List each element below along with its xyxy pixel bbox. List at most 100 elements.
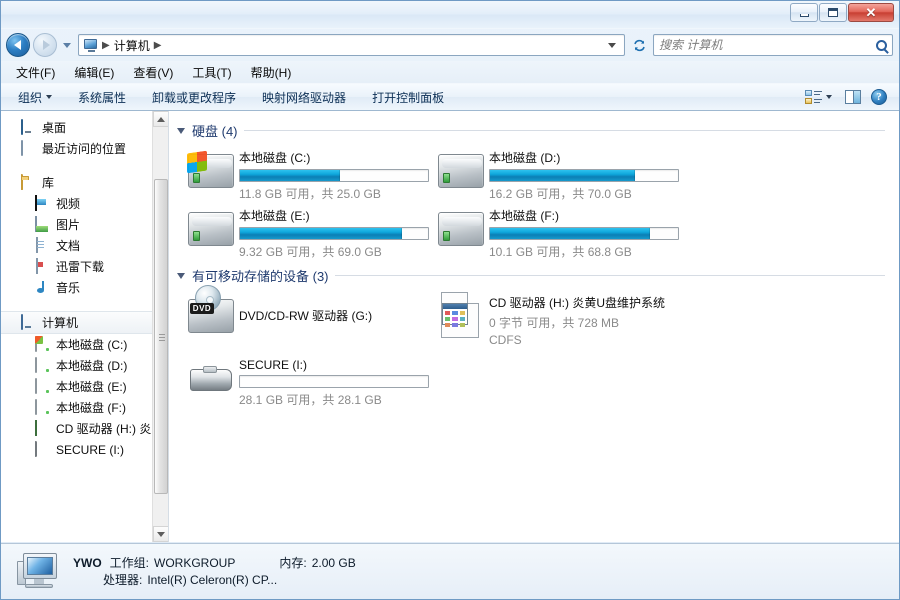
sidebar-item-computer[interactable]: 计算机 — [1, 311, 168, 334]
breadcrumb-computer[interactable]: 计算机 — [112, 37, 152, 54]
library-folder-icon — [21, 173, 37, 191]
workgroup-value: WORKGROUP — [154, 555, 236, 570]
sidebar-divider — [1, 298, 168, 311]
search-box[interactable] — [653, 34, 893, 56]
sidebar-item-label: 计算机 — [42, 316, 79, 330]
drive-tile-d[interactable]: 本地磁盘 (D:) 16.2 GB 可用，共 70.0 GB — [437, 144, 687, 202]
sidebar-item-label: 本地磁盘 (D:) — [56, 359, 128, 373]
sidebar-item-label: 音乐 — [56, 281, 81, 295]
recent-locations-dropdown[interactable] — [63, 42, 71, 48]
sidebar-item-music[interactable]: 音乐 — [1, 277, 168, 298]
document-icon — [35, 236, 51, 254]
drive-capacity-text: 16.2 GB 可用，共 70.0 GB — [489, 187, 632, 201]
drive-name: DVD/CD-RW 驱动器 (G:) — [239, 309, 373, 323]
drive-capacity-text: 10.1 GB 可用，共 68.8 GB — [489, 245, 632, 259]
cd-drive-icon — [35, 419, 51, 437]
sidebar-item-documents[interactable]: 文档 — [1, 235, 168, 256]
menu-help[interactable]: 帮助(H) — [248, 63, 295, 82]
refresh-button[interactable] — [628, 34, 650, 56]
preview-pane-icon[interactable] — [845, 90, 861, 104]
drive-name: 本地磁盘 (D:) — [489, 151, 561, 165]
collapse-triangle-icon[interactable] — [177, 127, 185, 134]
removable-devices-group-header[interactable]: 有可移动存储的设备 (3) — [177, 266, 885, 285]
dvd-drive-icon: DVD — [187, 285, 235, 339]
sidebar-item-videos[interactable]: 视频 — [1, 193, 168, 214]
sidebar-item-label: 迅雷下载 — [56, 260, 105, 274]
scroll-down-button[interactable] — [153, 526, 168, 542]
sidebar-item-drive-c[interactable]: 本地磁盘 (C:) — [1, 334, 168, 355]
capacity-bar — [239, 375, 429, 388]
drive-tile-e[interactable]: 本地磁盘 (E:) 9.32 GB 可用，共 69.0 GB — [187, 202, 437, 260]
minimize-button[interactable] — [790, 3, 818, 22]
capacity-fill — [240, 228, 402, 239]
video-icon — [35, 194, 51, 212]
system-properties-button[interactable]: 系统属性 — [75, 87, 129, 108]
system-hdd-icon — [187, 146, 235, 194]
close-button[interactable]: ✕ — [848, 3, 894, 22]
hard-disks-group-header[interactable]: 硬盘 (4) — [177, 121, 885, 140]
sidebar-item-label: 本地磁盘 (F:) — [56, 401, 126, 415]
sidebar-item-cd-drive-h[interactable]: CD 驱动器 (H:) 炎 — [1, 418, 168, 439]
menu-file[interactable]: 文件(F) — [13, 63, 58, 82]
sidebar-item-desktop[interactable]: 桌面 — [1, 117, 168, 138]
sidebar-item-label: 本地磁盘 (C:) — [56, 338, 128, 352]
removable-devices-tiles: DVD DVD/CD-RW 驱动器 (G:) CD 驱动器 (H:) 炎黄U盘维… — [177, 285, 899, 411]
sidebar-item-libraries[interactable]: 库 — [1, 172, 168, 193]
breadcrumb-separator[interactable]: ▶ — [100, 40, 112, 51]
collapse-triangle-icon[interactable] — [177, 272, 185, 279]
navigation-scrollbar[interactable] — [152, 111, 168, 542]
drive-tile-c[interactable]: 本地磁盘 (C:) 11.8 GB 可用，共 25.0 GB — [187, 144, 437, 202]
drive-tile-g[interactable]: DVD DVD/CD-RW 驱动器 (G:) — [187, 285, 437, 353]
chevron-down-icon — [46, 95, 53, 99]
group-title: 有可移动存储的设备 (3) — [192, 269, 329, 284]
menu-tools[interactable]: 工具(T) — [189, 63, 234, 82]
back-button[interactable] — [6, 33, 30, 57]
organize-button[interactable]: 组织 — [15, 87, 55, 108]
breadcrumb-separator-end[interactable]: ▶ — [152, 40, 164, 51]
open-control-panel-button[interactable]: 打开控制面板 — [369, 87, 447, 108]
address-bar-row: ▶ 计算机 ▶ — [1, 29, 899, 61]
group-divider — [243, 130, 885, 131]
capacity-bar — [239, 227, 429, 240]
group-title: 硬盘 (4) — [192, 124, 238, 139]
download-icon — [35, 257, 51, 275]
uninstall-programs-button[interactable]: 卸载或更改程序 — [149, 87, 239, 108]
scroll-up-button[interactable] — [153, 111, 168, 127]
search-input[interactable] — [659, 38, 876, 52]
change-view-button[interactable] — [802, 88, 835, 107]
drive-tile-i[interactable]: SECURE (I:) 28.1 GB 可用，共 28.1 GB — [187, 353, 437, 411]
drive-name: 本地磁盘 (E:) — [239, 209, 310, 223]
sidebar-item-pictures[interactable]: 图片 — [1, 214, 168, 235]
menu-view[interactable]: 查看(V) — [130, 63, 176, 82]
cd-media-icon — [437, 291, 485, 339]
sidebar-item-label: 文档 — [56, 239, 81, 253]
forward-button[interactable] — [33, 33, 57, 57]
drive-tile-h[interactable]: CD 驱动器 (H:) 炎黄U盘维护系统 0 字节 可用，共 728 MB CD… — [437, 289, 687, 353]
memory-value: 2.00 GB — [311, 555, 356, 570]
main-body: 桌面 最近访问的位置 库 视频 图片 文档 迅雷下载 音乐 计算机 本地磁盘 (… — [1, 111, 899, 542]
address-bar[interactable]: ▶ 计算机 ▶ — [78, 34, 625, 56]
hdd-icon — [35, 377, 51, 395]
drive-capacity-text: 28.1 GB 可用，共 28.1 GB — [239, 393, 382, 407]
sidebar-item-drive-f[interactable]: 本地磁盘 (F:) — [1, 397, 168, 418]
menu-edit[interactable]: 编辑(E) — [71, 63, 117, 82]
scrollbar-thumb[interactable] — [154, 179, 168, 494]
sidebar-item-drive-d[interactable]: 本地磁盘 (D:) — [1, 355, 168, 376]
organize-label: 组织 — [18, 90, 43, 105]
sidebar-item-secure-i[interactable]: SECURE (I:) — [1, 439, 168, 460]
sidebar-item-label: SECURE (I:) — [56, 442, 125, 457]
drive-capacity-text: 0 字节 可用，共 728 MB — [489, 316, 620, 330]
help-icon[interactable]: ? — [871, 89, 887, 105]
hdd-icon — [35, 398, 51, 416]
drive-tile-f[interactable]: 本地磁盘 (F:) 10.1 GB 可用，共 68.8 GB — [437, 202, 687, 260]
sidebar-item-recent-places[interactable]: 最近访问的位置 — [1, 138, 168, 159]
view-options-icon — [805, 89, 822, 105]
chevron-down-icon[interactable] — [608, 42, 616, 48]
sidebar-item-thunder-download[interactable]: 迅雷下载 — [1, 256, 168, 277]
menu-bar: 文件(F) 编辑(E) 查看(V) 工具(T) 帮助(H) — [1, 61, 899, 83]
recent-places-icon — [21, 139, 37, 157]
maximize-button[interactable] — [819, 3, 847, 22]
sidebar-item-drive-e[interactable]: 本地磁盘 (E:) — [1, 376, 168, 397]
map-network-drive-button[interactable]: 映射网络驱动器 — [259, 87, 349, 108]
window-controls: ✕ — [790, 3, 894, 22]
